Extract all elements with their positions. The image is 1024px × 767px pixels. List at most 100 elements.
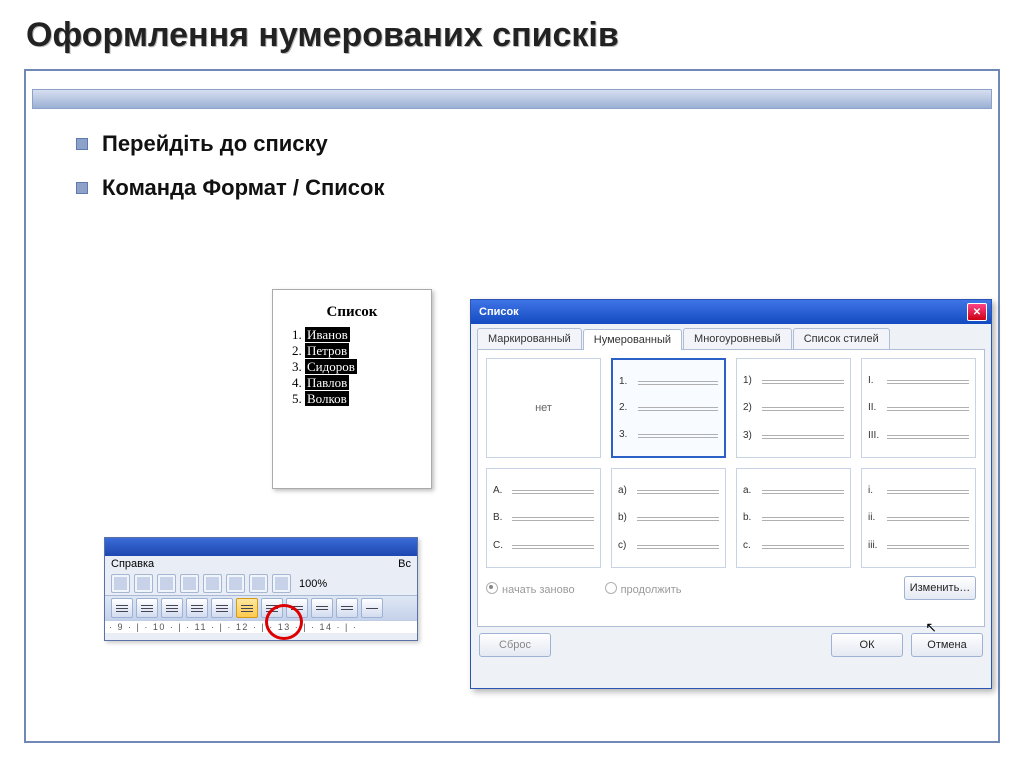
list-item: Волков (305, 391, 421, 407)
line-icon (887, 490, 969, 491)
numbered-list-icon[interactable] (236, 598, 258, 618)
radio-continue[interactable]: продолжить (605, 581, 682, 596)
toolbar-icon[interactable] (226, 574, 245, 593)
marker: iii. (868, 540, 882, 551)
dialog-buttons: Сброс ОК Отмена (471, 627, 991, 663)
line-icon (887, 407, 969, 408)
toolbar-icon[interactable] (249, 574, 268, 593)
list-style-option[interactable]: a) b) c) (611, 468, 726, 568)
list-item: Иванов (305, 327, 421, 343)
list-style-grid: нет 1. 2. 3. 1) 2) 3) I. II. (486, 358, 976, 568)
list-item: Павлов (305, 375, 421, 391)
tab-numbered[interactable]: Нумерованный (583, 329, 682, 350)
toolbar-icon[interactable] (134, 574, 153, 593)
doc-heading: Список (283, 304, 421, 321)
menu-item: Вс (398, 558, 411, 570)
tab-multilevel[interactable]: Многоуровневый (683, 328, 792, 349)
line-icon (638, 407, 718, 408)
toolbar-row-2 (105, 595, 417, 620)
list-text: Петров (305, 343, 349, 358)
toolbar-icon[interactable] (111, 574, 130, 593)
cancel-button[interactable]: Отмена (911, 633, 983, 657)
bulleted-list-icon[interactable] (261, 598, 283, 618)
list-style-option[interactable]: 1. 2. 3. (611, 358, 726, 458)
radio-restart[interactable]: начать заново (486, 581, 575, 596)
toolbar-icon[interactable] (157, 574, 176, 593)
radio-icon (486, 582, 498, 594)
ok-button[interactable]: ОК (831, 633, 903, 657)
dialog-title: Список (479, 306, 519, 318)
list-item: Петров (305, 343, 421, 359)
marker: i. (868, 485, 882, 496)
line-icon (638, 434, 718, 435)
line-icon (638, 381, 718, 382)
button-label: ОК (860, 639, 875, 651)
slide: Оформлення нумерованих списків Перейдіть… (0, 0, 1024, 767)
marker: c. (743, 540, 757, 551)
marker: b) (618, 512, 632, 523)
highlight-icon[interactable] (361, 598, 383, 618)
toolbar-icon[interactable] (203, 574, 222, 593)
toolbar-icon[interactable] (180, 574, 199, 593)
close-button[interactable]: ✕ (967, 303, 987, 321)
line-icon (637, 517, 719, 518)
radio-label: начать заново (502, 584, 575, 596)
radio-row: начать заново продолжить Изменить… (486, 576, 976, 600)
line-icon (762, 435, 844, 436)
button-label: Изменить… (910, 582, 971, 594)
reset-button[interactable]: Сброс (479, 633, 551, 657)
ruler: · 9 · | · 10 · | · 11 · | · 12 · | · 13 … (105, 620, 417, 633)
decrease-indent-icon[interactable] (286, 598, 308, 618)
bullet-item: Перейдіть до списку (76, 131, 998, 157)
list-text: Иванов (305, 327, 350, 342)
marker: b. (743, 512, 757, 523)
button-label: Сброс (499, 639, 531, 651)
radio-icon (605, 582, 617, 594)
align-left-icon[interactable] (111, 598, 133, 618)
change-button[interactable]: Изменить… (904, 576, 976, 600)
toolbar-row-1: 100% (105, 572, 417, 595)
borders-icon[interactable] (336, 598, 358, 618)
content-panel: Перейдіть до списку Команда Формат / Спи… (24, 69, 1000, 743)
list-style-option[interactable]: 1) 2) 3) (736, 358, 851, 458)
line-icon (887, 380, 969, 381)
snippet-menu: Справка Вс (105, 556, 417, 572)
list-style-option[interactable]: A. B. C. (486, 468, 601, 568)
align-justify-icon[interactable] (186, 598, 208, 618)
marker: B. (493, 512, 507, 523)
bullet-marker-icon (76, 182, 88, 194)
marker: A. (493, 485, 507, 496)
page-title: Оформлення нумерованих списків (26, 16, 1000, 55)
snippet-titlebar (105, 538, 417, 556)
menu-item[interactable]: Справка (111, 558, 154, 570)
dialog-titlebar: Список ✕ (471, 300, 991, 324)
line-icon (512, 545, 594, 546)
align-right-icon[interactable] (161, 598, 183, 618)
marker: 2. (619, 402, 633, 413)
align-center-icon[interactable] (136, 598, 158, 618)
tab-bulleted[interactable]: Маркированный (477, 328, 582, 349)
list-style-option[interactable]: a. b. c. (736, 468, 851, 568)
marker: C. (493, 540, 507, 551)
marker: a) (618, 485, 632, 496)
zoom-value[interactable]: 100% (295, 578, 331, 590)
doc-list: Иванов Петров Сидоров Павлов Волков (283, 327, 421, 407)
list-text: Сидоров (305, 359, 357, 374)
button-label: Отмена (927, 639, 966, 651)
marker: 3. (619, 429, 633, 440)
line-spacing-icon[interactable] (211, 598, 233, 618)
tab-styles[interactable]: Список стилей (793, 328, 890, 349)
list-style-option[interactable]: I. II. III. (861, 358, 976, 458)
list-style-option[interactable]: i. ii. iii. (861, 468, 976, 568)
cursor-icon: ↖ (925, 619, 937, 636)
bullet-list: Перейдіть до списку Команда Формат / Спи… (76, 131, 998, 201)
paragraph-icon[interactable] (272, 574, 291, 593)
toolbar-snippet: Справка Вс 100% (104, 537, 418, 641)
panel-topbar (32, 89, 992, 109)
list-style-none[interactable]: нет (486, 358, 601, 458)
increase-indent-icon[interactable] (311, 598, 333, 618)
bullet-text: Команда Формат / Список (102, 175, 384, 201)
marker: 3) (743, 430, 757, 441)
line-icon (512, 517, 594, 518)
list-text: Павлов (305, 375, 349, 390)
